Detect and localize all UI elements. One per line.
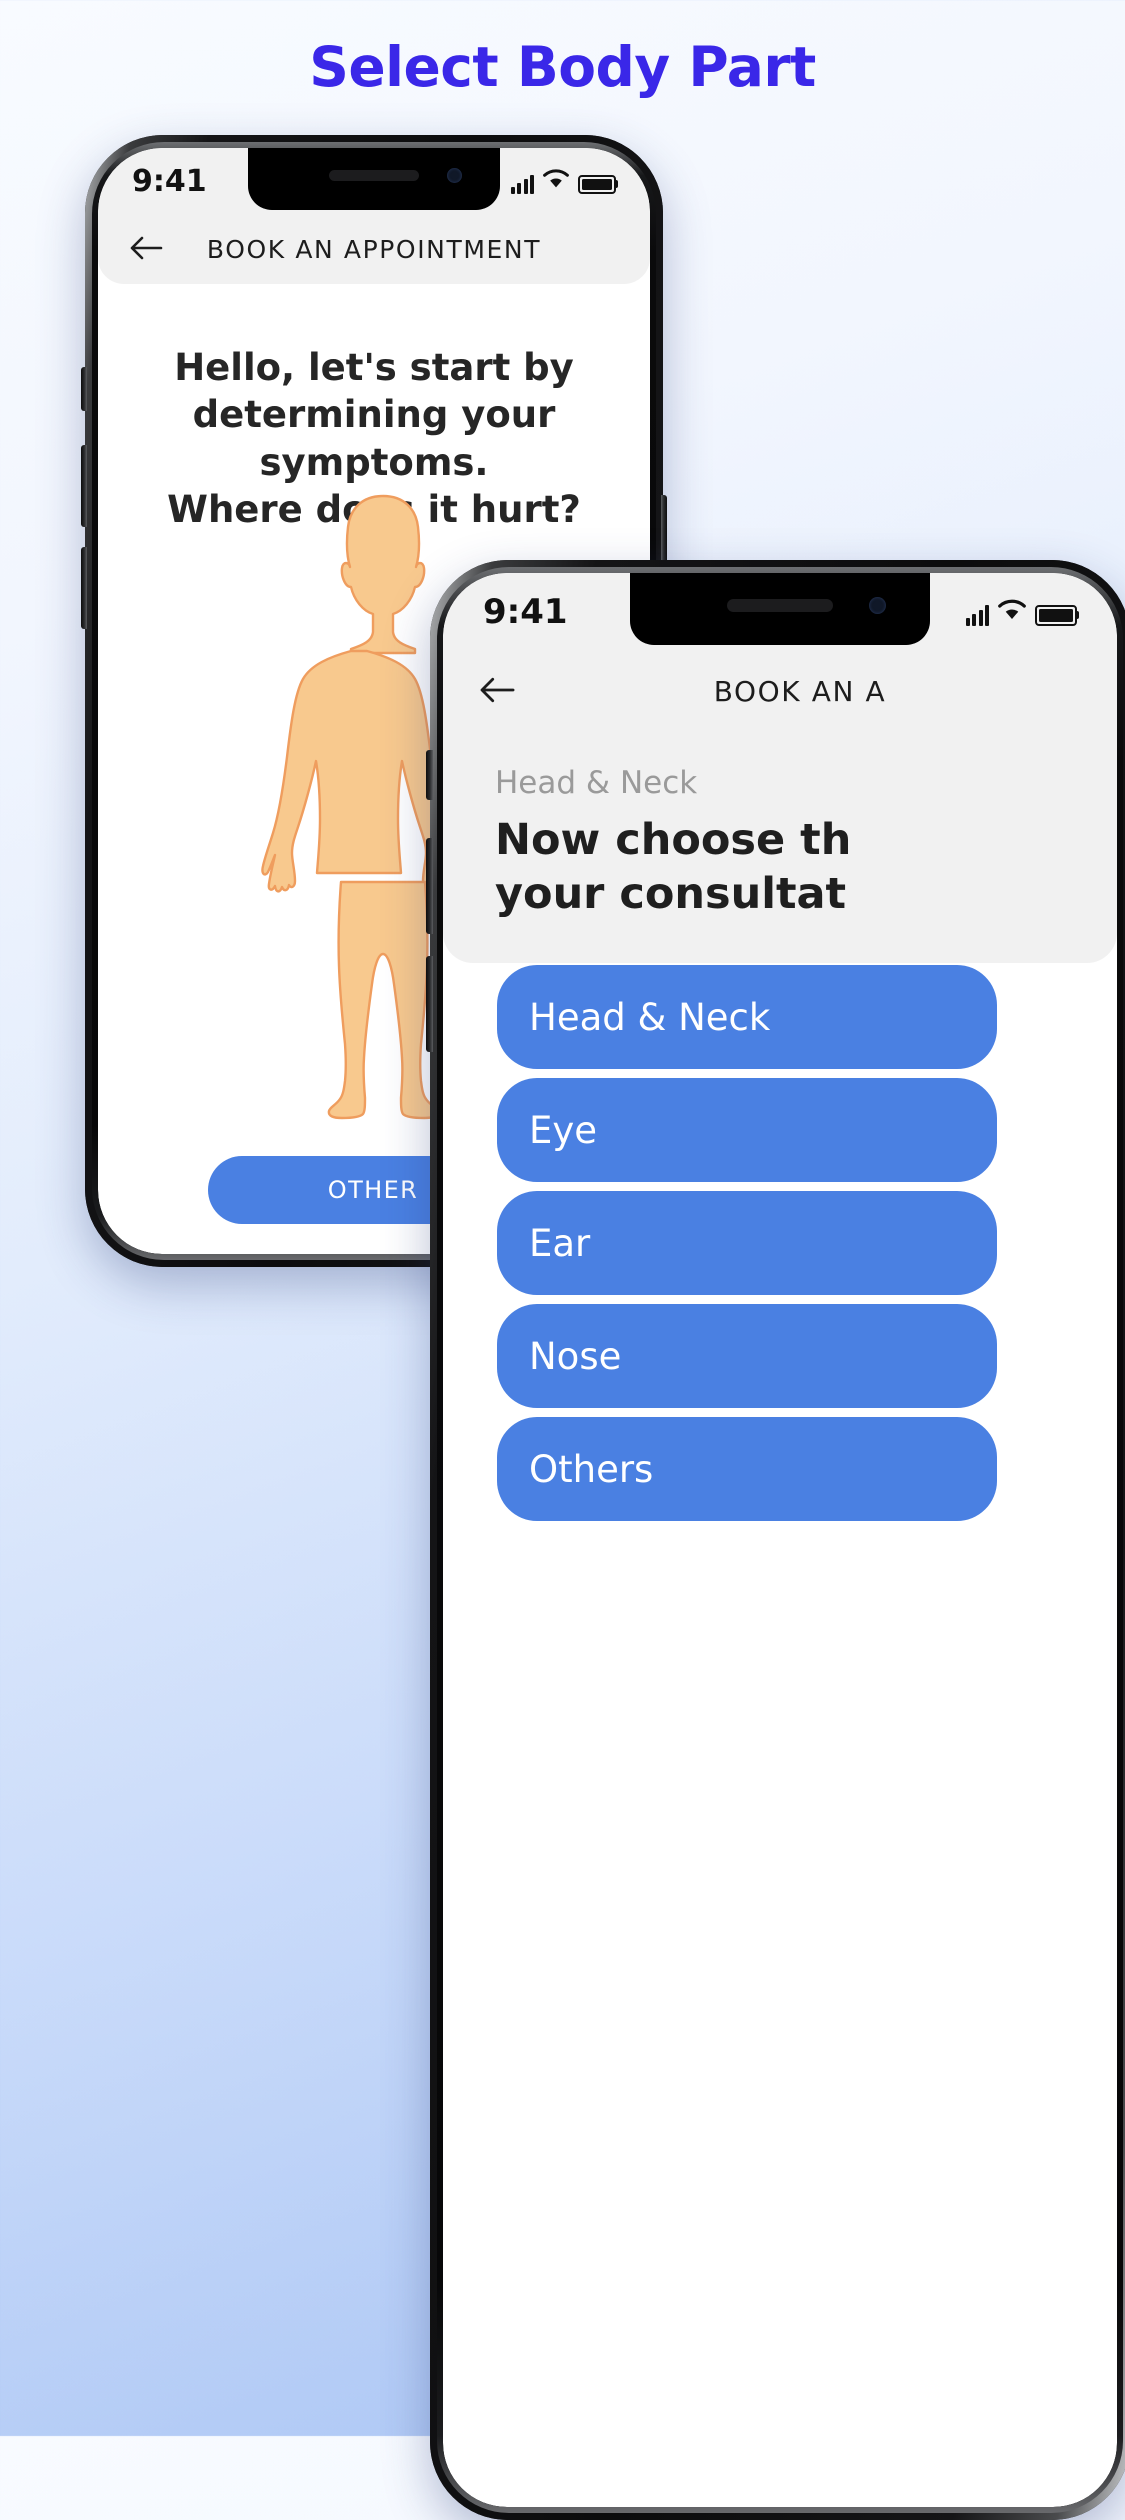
phone2-nav-title: BOOK AN A bbox=[713, 674, 887, 708]
heading-line-2: determining your symptoms. bbox=[192, 393, 556, 484]
phone2-mute-switch bbox=[426, 750, 433, 800]
prompt-line-1: Now choose th bbox=[495, 815, 852, 865]
phone2-volume-down bbox=[426, 956, 433, 1052]
phone2-nav-bar: BOOK AN A bbox=[443, 651, 1117, 731]
notch-camera-icon bbox=[869, 597, 886, 614]
arrow-left-icon bbox=[477, 675, 517, 708]
phone2-prompt-title: Now choose th your consultat bbox=[495, 813, 1065, 921]
phone-notch bbox=[248, 148, 500, 210]
phone2-screen: 9:41 BOOK AN A Head & Neck Now choose th… bbox=[443, 573, 1117, 2507]
notch-speaker-icon bbox=[727, 599, 833, 612]
cellular-bars-icon bbox=[510, 174, 534, 194]
page-title: Select Body Part bbox=[309, 35, 816, 99]
phone2-volume-up bbox=[426, 838, 433, 934]
back-button[interactable] bbox=[477, 675, 517, 708]
option-head-and-neck[interactable]: Head & Neck bbox=[497, 965, 997, 1069]
phone1-nav-bar: BOOK AN APPOINTMENT bbox=[98, 214, 650, 284]
status-time: 9:41 bbox=[483, 592, 568, 632]
heading-line-1: Hello, let's start by bbox=[174, 346, 574, 389]
option-ear[interactable]: Ear bbox=[497, 1191, 997, 1295]
status-icons bbox=[510, 168, 616, 194]
phone-volume-down bbox=[81, 547, 87, 629]
notch-camera-icon bbox=[447, 168, 462, 183]
status-icons bbox=[965, 599, 1077, 626]
battery-full-icon bbox=[578, 174, 616, 194]
option-others[interactable]: Others bbox=[497, 1417, 997, 1521]
phone2-prompt-card: Head & Neck Now choose th your consultat bbox=[443, 731, 1117, 964]
phone-volume-up bbox=[81, 445, 87, 527]
phone2-glass: 9:41 BOOK AN A Head & Neck Now choose th… bbox=[443, 573, 1117, 2507]
cellular-bars-icon bbox=[965, 604, 989, 626]
phone-mockup-front: 9:41 BOOK AN A Head & Neck Now choose th… bbox=[426, 560, 1125, 2520]
wifi-icon bbox=[543, 168, 569, 194]
battery-full-icon bbox=[1035, 604, 1077, 626]
option-nose[interactable]: Nose bbox=[497, 1304, 997, 1408]
option-eye[interactable]: Eye bbox=[497, 1078, 997, 1182]
phone-mute-switch bbox=[81, 367, 87, 411]
status-time: 9:41 bbox=[132, 163, 207, 199]
wifi-icon bbox=[998, 599, 1026, 626]
phone1-nav-title: BOOK AN APPOINTMENT bbox=[206, 234, 542, 264]
selected-body-part-label: Head & Neck bbox=[495, 765, 698, 801]
prompt-line-2: your consultat bbox=[495, 869, 847, 920]
notch-speaker-icon bbox=[329, 170, 419, 181]
phone2-notch bbox=[630, 573, 930, 645]
